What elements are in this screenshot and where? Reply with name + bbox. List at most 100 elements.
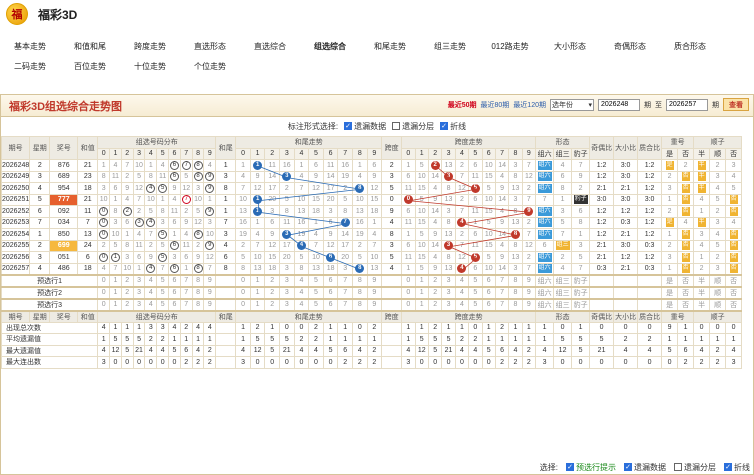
preview-digit[interactable]: 2: [264, 297, 281, 311]
preview-digit[interactable]: 0: [235, 285, 251, 299]
preview-digit[interactable]: 3: [279, 273, 295, 287]
preview-digit[interactable]: 4: [293, 297, 310, 311]
preview-digit[interactable]: 9: [203, 273, 217, 287]
preview-digit[interactable]: 5: [156, 273, 170, 287]
preview-digit[interactable]: 1: [109, 285, 122, 299]
preview-label[interactable]: 预选行2: [0, 285, 99, 299]
preview-digit[interactable]: 7: [494, 285, 510, 299]
opt-bottom-polyline[interactable]: ✓ 折线: [724, 462, 750, 473]
preview-ord[interactable]: 半: [693, 273, 711, 287]
preview-digit[interactable]: 6: [322, 273, 339, 287]
preview-digit[interactable]: 2: [120, 273, 134, 287]
preview-digit[interactable]: 2: [120, 297, 134, 311]
preview-digit[interactable]: 6: [322, 297, 339, 311]
preview-digit[interactable]: 4: [454, 297, 470, 311]
nav-item[interactable]: 和尾走势: [360, 41, 420, 52]
preview-digit[interactable]: 0: [97, 297, 111, 311]
preview-digit[interactable]: 4: [454, 285, 470, 299]
preview-digit[interactable]: 7: [494, 273, 510, 287]
preview-form[interactable]: 组六: [535, 297, 555, 311]
preview-form[interactable]: 组六: [535, 273, 555, 287]
preview-form[interactable]: 组三: [553, 285, 573, 299]
preview-digit[interactable]: 1: [414, 285, 429, 299]
checkbox-icon[interactable]: ✓: [344, 122, 353, 131]
checkbox-icon[interactable]: ✓: [440, 122, 449, 131]
preview-form[interactable]: 组六: [535, 285, 555, 299]
recent-80-link[interactable]: 最近80期: [481, 100, 510, 110]
to-period-input[interactable]: [666, 98, 708, 111]
checkbox-icon[interactable]: ✓: [624, 463, 632, 472]
preview-digit[interactable]: 1: [249, 285, 266, 299]
preview-digit[interactable]: 6: [481, 285, 496, 299]
preview-form[interactable]: 豹子: [571, 285, 591, 299]
opt-bottom-missing-layer[interactable]: 遗漏分层: [674, 462, 716, 473]
preview-digit[interactable]: 5: [156, 285, 170, 299]
preview-digit[interactable]: 4: [293, 285, 310, 299]
preview-digit[interactable]: 2: [120, 285, 134, 299]
nav-item[interactable]: 组三走势: [420, 41, 480, 52]
preview-digit[interactable]: 9: [521, 297, 537, 311]
preview-digit[interactable]: 7: [494, 297, 510, 311]
preview-digit[interactable]: 8: [191, 297, 205, 311]
preview-digit[interactable]: 1: [249, 273, 266, 287]
opt-preview-hint[interactable]: ✓ 预选行提示: [566, 462, 616, 473]
preview-digit[interactable]: 4: [144, 273, 158, 287]
preview-digit[interactable]: 6: [168, 273, 181, 287]
opt-polyline[interactable]: ✓ 折线: [440, 121, 466, 132]
year-select[interactable]: 选年份 ▾: [550, 98, 594, 111]
preview-digit[interactable]: 8: [351, 273, 368, 287]
preview-digit[interactable]: 1: [109, 297, 122, 311]
nav-item[interactable]: 质合形态: [660, 41, 720, 52]
preview-rep[interactable]: 是: [661, 297, 679, 311]
preview-ord[interactable]: 半: [693, 285, 711, 299]
checkbox-icon[interactable]: ✓: [566, 463, 574, 472]
preview-digit[interactable]: 6: [481, 297, 496, 311]
preview-digit[interactable]: 5: [308, 273, 324, 287]
opt-missing-layer[interactable]: 遗漏分层: [392, 121, 434, 132]
preview-digit[interactable]: 5: [468, 285, 483, 299]
checkbox-icon[interactable]: [674, 463, 682, 472]
preview-digit[interactable]: 2: [264, 285, 281, 299]
preview-digit[interactable]: 8: [508, 273, 523, 287]
preview-digit[interactable]: 3: [441, 273, 456, 287]
preview-digit[interactable]: 3: [441, 285, 456, 299]
preview-digit[interactable]: 0: [235, 273, 251, 287]
preview-rep[interactable]: 否: [677, 285, 695, 299]
preview-digit[interactable]: 3: [279, 285, 295, 299]
preview-digit[interactable]: 8: [191, 273, 205, 287]
preview-digit[interactable]: 0: [401, 273, 416, 287]
preview-digit[interactable]: 6: [481, 273, 496, 287]
nav-item[interactable]: 个位走势: [180, 61, 240, 72]
nav-item[interactable]: 直选形态: [180, 41, 240, 52]
preview-digit[interactable]: 4: [144, 297, 158, 311]
preview-digit[interactable]: 8: [351, 285, 368, 299]
preview-digit[interactable]: 8: [351, 297, 368, 311]
nav-item[interactable]: 大小形态: [540, 41, 600, 52]
preview-form[interactable]: 豹子: [571, 273, 591, 287]
preview-digit[interactable]: 5: [156, 297, 170, 311]
preview-digit[interactable]: 6: [168, 285, 181, 299]
nav-item[interactable]: 百位走势: [60, 61, 120, 72]
preview-digit[interactable]: 9: [203, 297, 217, 311]
preview-rep[interactable]: 是: [661, 285, 679, 299]
preview-digit[interactable]: 5: [308, 297, 324, 311]
preview-digit[interactable]: 3: [441, 297, 456, 311]
preview-digit[interactable]: 1: [109, 273, 122, 287]
opt-bottom-missing-data[interactable]: ✓ 遗漏数据: [624, 462, 666, 473]
preview-rep[interactable]: 是: [661, 273, 679, 287]
checkbox-icon[interactable]: ✓: [724, 463, 732, 472]
nav-item[interactable]: 二码走势: [0, 61, 60, 72]
recent-120-link[interactable]: 最近120期: [513, 100, 546, 110]
preview-digit[interactable]: 1: [249, 297, 266, 311]
preview-ord[interactable]: 否: [725, 285, 743, 299]
preview-digit[interactable]: 2: [427, 297, 443, 311]
preview-digit[interactable]: 7: [179, 297, 193, 311]
preview-label[interactable]: 预选行3: [0, 297, 99, 311]
preview-digit[interactable]: 3: [132, 273, 146, 287]
preview-digit[interactable]: 5: [468, 297, 483, 311]
preview-digit[interactable]: 8: [508, 285, 523, 299]
nav-item[interactable]: 012路走势: [480, 41, 540, 52]
preview-digit[interactable]: 8: [191, 285, 205, 299]
preview-form[interactable]: 组三: [553, 273, 573, 287]
preview-rep[interactable]: 否: [677, 297, 695, 311]
